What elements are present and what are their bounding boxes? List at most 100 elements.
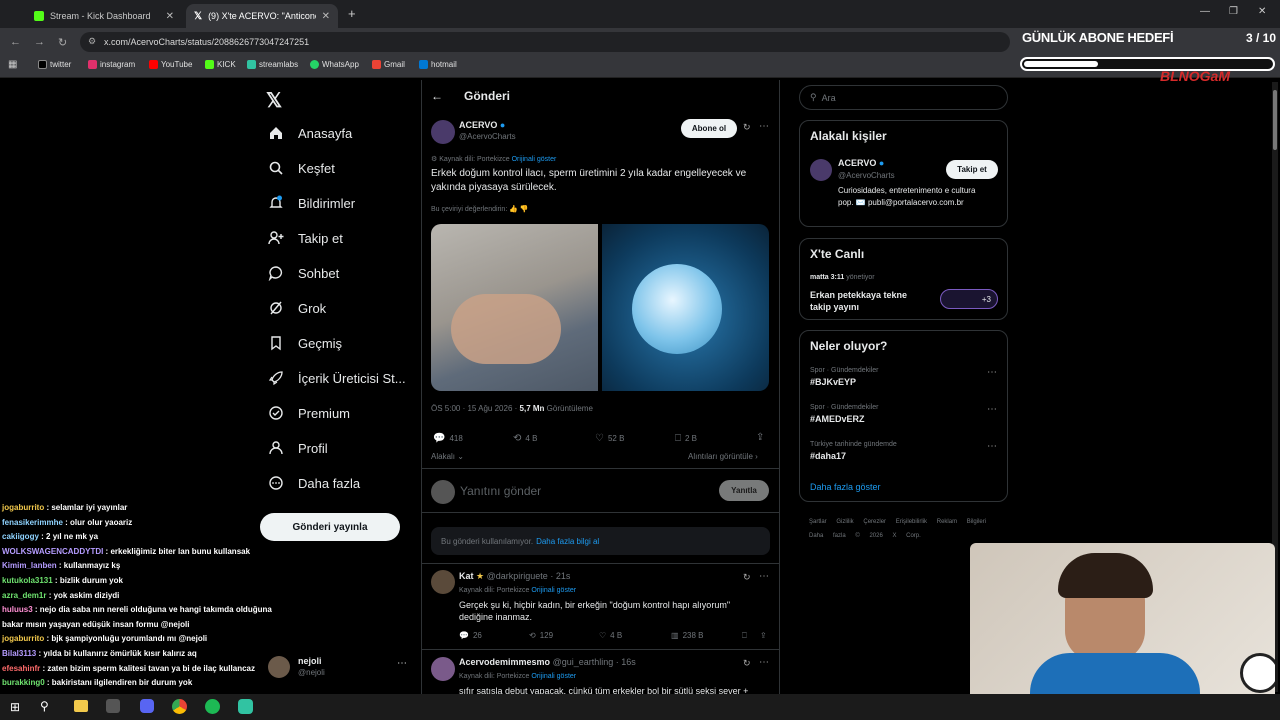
bookmark-hotmail[interactable]: hotmail bbox=[419, 60, 457, 69]
chat-username[interactable]: kutukola3131 bbox=[2, 576, 53, 585]
repost-action[interactable]: ⟲ 4 B bbox=[513, 433, 537, 444]
chat-username[interactable]: jogaburrito bbox=[2, 634, 44, 643]
reply-action[interactable]: 💬 418 bbox=[433, 433, 463, 444]
footer-link[interactable]: Gizlilik bbox=[836, 519, 853, 525]
nav-profile[interactable]: Profil bbox=[268, 440, 328, 456]
bookmark-kick[interactable]: KICK bbox=[205, 60, 236, 69]
minimize-icon[interactable]: — bbox=[1200, 6, 1210, 17]
apps-icon[interactable]: ▦ bbox=[8, 59, 17, 70]
nav-bookmarks[interactable]: Geçmiş bbox=[268, 335, 342, 351]
tab-kick-dashboard[interactable]: Stream - Kick Dashboard ✕ bbox=[26, 4, 182, 28]
new-tab-icon[interactable]: + bbox=[348, 6, 356, 21]
nav-chat[interactable]: Sohbet bbox=[268, 265, 339, 281]
account-menu-icon[interactable]: ⋯ bbox=[397, 658, 407, 669]
chat-username[interactable]: fenasikerimmhe bbox=[2, 518, 63, 527]
show-quotes-link[interactable]: Alıntıları görüntüle › bbox=[688, 452, 758, 461]
chat-username[interactable]: burakking0 bbox=[2, 678, 45, 687]
url-bar[interactable]: ⚙ x.com/AcervoCharts/status/208862677304… bbox=[80, 32, 1010, 52]
chat-username[interactable]: Bilal3113 bbox=[2, 649, 36, 658]
post-button[interactable]: Gönderi yayınla bbox=[260, 513, 400, 541]
bookmark-instagram[interactable]: instagram bbox=[88, 60, 135, 69]
more-options-icon[interactable]: ⋯ bbox=[759, 571, 769, 582]
more-options-icon[interactable]: ⋯ bbox=[987, 367, 997, 378]
bookmark-gmail[interactable]: Gmail bbox=[372, 60, 405, 69]
related-dropdown[interactable]: Alakalı ⌄ bbox=[431, 452, 464, 461]
footer-link[interactable]: Şartlar bbox=[809, 519, 827, 525]
footer-link[interactable]: Daha fazla bbox=[809, 533, 846, 539]
chat-username[interactable]: azra_dem1r bbox=[2, 591, 46, 600]
thumbs-up-icon[interactable]: 👍 bbox=[509, 206, 518, 213]
more-options-icon[interactable]: ⋯ bbox=[759, 121, 769, 132]
live-title[interactable]: Erkan petekkaya tekne takip yayını bbox=[810, 289, 920, 313]
nav-grok[interactable]: Grok bbox=[268, 300, 326, 316]
reply-author[interactable]: Kat ★ @darkpiriguete · 21s bbox=[459, 571, 570, 582]
close-icon[interactable]: ✕ bbox=[322, 11, 330, 22]
related-name[interactable]: ACERVO ● bbox=[838, 158, 884, 168]
nav-follow[interactable]: Takip et bbox=[268, 230, 343, 246]
live-participants[interactable]: +3 bbox=[940, 289, 998, 309]
nav-home[interactable]: Anasayfa bbox=[268, 125, 352, 141]
spotify-icon[interactable] bbox=[205, 699, 220, 714]
reply-input[interactable]: Yanıtını gönder bbox=[460, 484, 710, 498]
app-icon[interactable] bbox=[106, 699, 120, 713]
bookmark-twitter[interactable]: twitter bbox=[38, 60, 71, 69]
scrollbar-thumb[interactable] bbox=[1273, 90, 1277, 150]
back-arrow-icon[interactable]: ← bbox=[431, 89, 443, 103]
chat-username[interactable]: cakiigogy bbox=[2, 532, 39, 541]
file-explorer-icon[interactable] bbox=[74, 700, 88, 712]
tab-x-post[interactable]: 𝕏 (9) X'te ACERVO: "Anticonceptio ✕ bbox=[186, 4, 338, 28]
bookmark-action[interactable]: ⎕ 2 B bbox=[675, 433, 697, 444]
search-icon[interactable]: ⚲ bbox=[40, 699, 49, 713]
footer-link[interactable]: Çerezler bbox=[863, 519, 886, 525]
close-window-icon[interactable]: ✕ bbox=[1258, 6, 1266, 17]
reply-avatar[interactable] bbox=[431, 657, 455, 681]
reply-avatar[interactable] bbox=[431, 570, 455, 594]
grok-action-icon[interactable]: ↻ bbox=[743, 572, 751, 583]
author-name[interactable]: ACERVO ● bbox=[459, 120, 505, 130]
grok-action-icon[interactable]: ↻ bbox=[743, 658, 751, 669]
share-action[interactable]: ⇪ bbox=[756, 432, 764, 443]
trend-item[interactable]: Spor · Gündemdekiler #BJKvEYP bbox=[810, 367, 878, 387]
thumbs-down-icon[interactable]: 👎 bbox=[520, 206, 529, 213]
chat-username[interactable]: efesahinfr bbox=[2, 664, 40, 673]
post-image-cell[interactable] bbox=[602, 224, 769, 391]
chrome-icon[interactable] bbox=[172, 699, 187, 714]
account-avatar[interactable] bbox=[268, 656, 290, 678]
more-options-icon[interactable]: ⋯ bbox=[759, 657, 769, 668]
chat-username[interactable]: jogaburrito bbox=[2, 503, 44, 512]
like-action[interactable]: ♡ 4 B bbox=[599, 631, 622, 640]
views-action[interactable]: ▥ 238 B bbox=[671, 631, 703, 640]
windows-start-icon[interactable]: ⊞ bbox=[10, 700, 20, 714]
back-icon[interactable]: ← bbox=[10, 36, 21, 48]
trend-item[interactable]: Spor · Gündemdekiler #AMEDvERZ bbox=[810, 404, 878, 424]
bookmark-whatsapp[interactable]: WhatsApp bbox=[310, 60, 359, 69]
reply-button[interactable]: Yanıtla bbox=[719, 480, 769, 501]
reply-action[interactable]: 💬 26 bbox=[459, 631, 482, 640]
author-avatar[interactable] bbox=[431, 120, 455, 144]
nav-more[interactable]: Daha fazla bbox=[268, 475, 360, 491]
bookmark-streamlabs[interactable]: streamlabs bbox=[247, 60, 298, 69]
reload-icon[interactable]: ↻ bbox=[58, 36, 67, 49]
follow-button[interactable]: Abone ol bbox=[681, 119, 737, 138]
like-action[interactable]: ♡ 52 B bbox=[595, 433, 624, 444]
related-avatar[interactable] bbox=[810, 159, 832, 181]
post-image-person[interactable] bbox=[431, 224, 598, 391]
footer-link[interactable]: Erişilebilirlik bbox=[896, 519, 927, 525]
follow-button[interactable]: Takip et bbox=[946, 160, 998, 179]
show-more-link[interactable]: Daha fazla göster bbox=[810, 482, 881, 492]
bookmark-youtube[interactable]: YouTube bbox=[149, 60, 192, 69]
search-input[interactable]: ⚲ Ara bbox=[799, 85, 1008, 110]
forward-icon[interactable]: → bbox=[34, 36, 45, 48]
chat-username[interactable]: Kimim_lanben bbox=[2, 561, 57, 570]
reply-author[interactable]: Acervodemimmesmo @gui_earthling · 16s bbox=[459, 657, 636, 667]
x-logo-icon[interactable]: 𝕏 bbox=[266, 88, 282, 113]
nav-premium[interactable]: Premium bbox=[268, 405, 350, 421]
grok-action-icon[interactable]: ↻ bbox=[743, 122, 751, 133]
more-options-icon[interactable]: ⋯ bbox=[987, 404, 997, 415]
share-action[interactable]: ⇪ bbox=[760, 631, 767, 640]
footer-link[interactable]: Reklam Bilgileri bbox=[937, 519, 986, 525]
repost-action[interactable]: ⟲ 129 bbox=[529, 631, 553, 640]
more-options-icon[interactable]: ⋯ bbox=[987, 441, 997, 452]
bookmark-action[interactable]: ⎕ bbox=[742, 631, 747, 641]
chat-username[interactable]: WOLKSWAGENCADDYTDI bbox=[2, 547, 103, 556]
